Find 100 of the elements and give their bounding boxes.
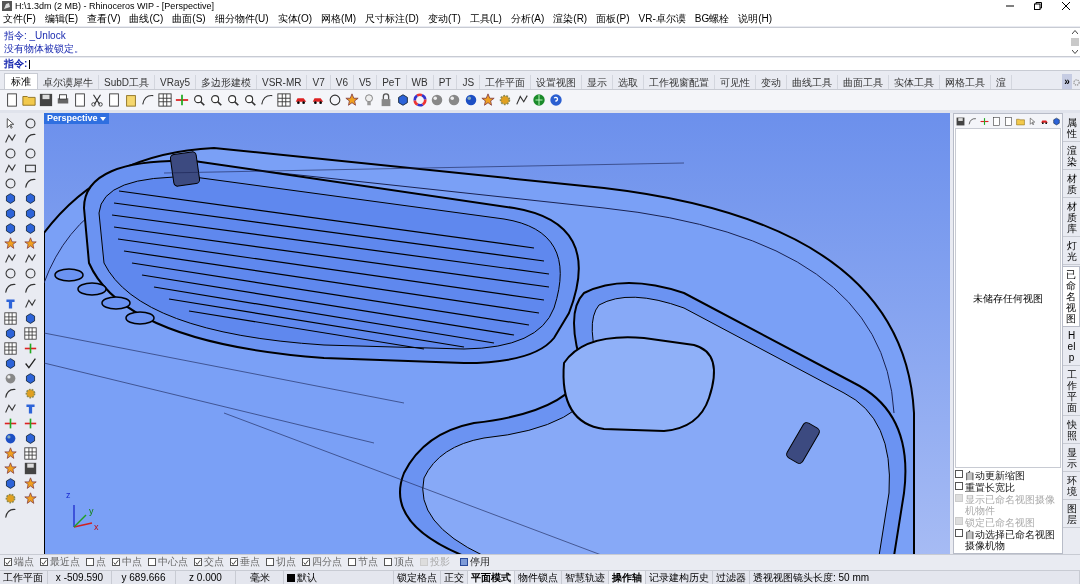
layer-name[interactable]: 默认 (297, 571, 317, 584)
menu-item[interactable]: 网格(M) (321, 13, 357, 25)
zoom-icon[interactable] (209, 93, 223, 107)
checkbox[interactable] (266, 558, 274, 566)
cube-icon[interactable] (4, 326, 17, 340)
circle-icon[interactable] (24, 116, 37, 130)
menu-item[interactable]: 渲染(R) (553, 13, 588, 25)
menu-item[interactable]: 曲线(C) (129, 13, 164, 25)
zoom-icon[interactable] (243, 93, 257, 107)
grid-icon[interactable] (24, 326, 37, 340)
sphere-icon[interactable] (464, 93, 478, 107)
cube-icon[interactable] (4, 206, 17, 220)
status-toggle[interactable]: 物件锁点 (515, 571, 562, 584)
circle-icon[interactable] (4, 146, 17, 160)
status-toggle[interactable]: 锁定格点 (394, 571, 441, 584)
restore-icon[interactable] (1034, 2, 1042, 10)
cube-icon[interactable] (1052, 116, 1061, 126)
sphere-icon[interactable] (430, 93, 444, 107)
scissors-icon[interactable] (90, 93, 104, 107)
circle-icon[interactable] (24, 266, 37, 280)
burst-icon[interactable] (24, 476, 37, 490)
circle-icon[interactable] (4, 266, 17, 280)
cube-icon[interactable] (4, 221, 17, 235)
circle-icon[interactable] (24, 146, 37, 160)
curve-icon[interactable] (24, 281, 37, 295)
cube-icon[interactable] (24, 221, 37, 235)
clipboard-icon[interactable] (124, 93, 138, 107)
menu-item[interactable]: BG螺栓 (694, 13, 730, 25)
zoom-icon[interactable] (226, 93, 240, 107)
viewport-title-tab[interactable]: Perspective (44, 113, 109, 124)
tabs-overflow-button[interactable]: » (1062, 74, 1072, 89)
grid-icon[interactable] (158, 93, 172, 107)
checkbox[interactable] (955, 470, 963, 478)
globe-icon[interactable] (532, 93, 546, 107)
pointer-icon[interactable] (4, 116, 17, 130)
save-icon[interactable] (24, 461, 37, 475)
polyline-icon[interactable] (4, 131, 17, 145)
side-tab[interactable]: 材质 (1063, 171, 1080, 198)
side-tab[interactable]: 工作平面 (1063, 367, 1080, 416)
menu-item[interactable]: 曲面(S) (172, 13, 206, 25)
cube-icon[interactable] (4, 476, 17, 490)
polyline-icon[interactable] (4, 401, 17, 415)
side-tab[interactable]: Help (1063, 328, 1080, 366)
side-tab[interactable]: 显示 (1063, 445, 1080, 472)
checkbox[interactable] (4, 558, 12, 566)
cube-icon[interactable] (4, 191, 17, 205)
circle-icon[interactable] (4, 176, 17, 190)
curve-icon[interactable] (24, 176, 37, 190)
menu-item[interactable]: 分析(A) (510, 13, 545, 25)
menu-item[interactable]: 查看(V) (87, 13, 121, 25)
sphere-icon[interactable] (447, 93, 461, 107)
checkbox[interactable] (302, 558, 310, 566)
checkbox[interactable] (955, 529, 963, 537)
cube-icon[interactable] (24, 206, 37, 220)
cplane-label[interactable]: 工作平面 (0, 571, 48, 584)
checkbox[interactable] (194, 558, 202, 566)
status-toggle[interactable]: 智慧轨迹 (562, 571, 609, 584)
status-toggle[interactable]: 正交 (441, 571, 468, 584)
menu-item[interactable]: 实体(O) (277, 13, 313, 25)
command-field[interactable]: 指令: (0, 58, 1080, 71)
grid-icon[interactable] (24, 446, 37, 460)
checkbox[interactable] (384, 558, 392, 566)
status-toggle[interactable]: 过滤器 (713, 571, 750, 584)
menu-item[interactable]: 尺寸标注(D) (365, 13, 419, 25)
burst-icon[interactable] (24, 491, 37, 505)
save-icon[interactable] (956, 116, 965, 126)
new-file-icon[interactable] (5, 93, 19, 107)
side-tab[interactable]: 环境 (1063, 473, 1080, 500)
curve-icon[interactable] (24, 131, 37, 145)
burst-icon[interactable] (24, 236, 37, 250)
lock-icon[interactable] (379, 93, 393, 107)
burst-icon[interactable] (4, 446, 17, 460)
checkbox[interactable] (86, 558, 94, 566)
menu-item[interactable]: 编辑(E) (44, 13, 79, 25)
status-toggle[interactable]: 记录建构历史 (646, 571, 713, 584)
curve-icon[interactable] (4, 386, 17, 400)
menu-item[interactable]: 工具(L) (469, 13, 502, 25)
text-icon[interactable] (4, 296, 17, 310)
cube-icon[interactable] (396, 93, 410, 107)
cube-icon[interactable] (24, 371, 37, 385)
menu-item[interactable]: VR-卓尔谟 (638, 13, 686, 25)
menu-item[interactable]: 文件(F) (3, 13, 36, 25)
side-tab[interactable]: 渲染 (1063, 143, 1080, 170)
cube-icon[interactable] (4, 356, 17, 370)
circle-icon[interactable] (328, 93, 342, 107)
burst-icon[interactable] (4, 236, 17, 250)
sphere-icon[interactable] (4, 431, 17, 445)
cube-icon[interactable] (24, 431, 37, 445)
checkbox[interactable] (148, 558, 156, 566)
side-tab[interactable]: 快照 (1063, 417, 1080, 444)
close-icon[interactable] (1062, 2, 1070, 10)
color-wheel-icon[interactable] (413, 93, 427, 107)
polyline-icon[interactable] (24, 296, 37, 310)
checkbox[interactable] (112, 558, 120, 566)
printer-icon[interactable] (56, 93, 70, 107)
polyline-icon[interactable] (24, 251, 37, 265)
folder-icon[interactable] (22, 93, 36, 107)
cube-icon[interactable] (24, 311, 37, 325)
minimize-icon[interactable] (1006, 2, 1014, 10)
text-icon[interactable] (24, 401, 37, 415)
